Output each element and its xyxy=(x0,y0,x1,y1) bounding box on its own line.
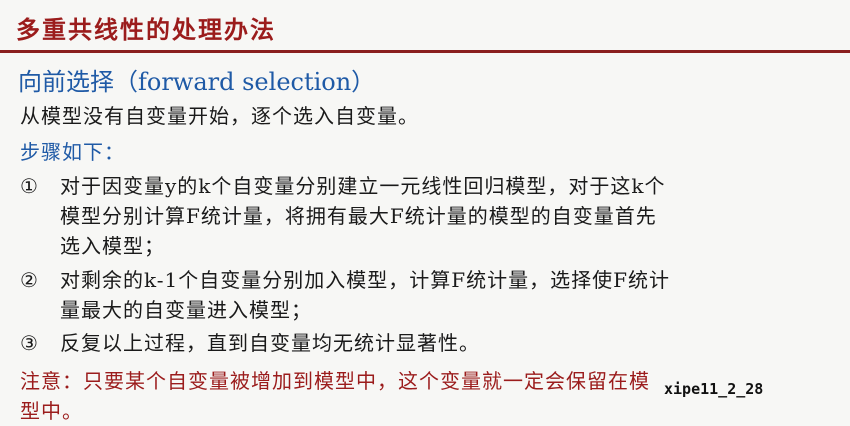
title-divider xyxy=(0,50,850,53)
step-number: ③ xyxy=(20,331,39,355)
step-text-line: 模型分别计算F统计量，将拥有最大F统计量的模型的自变量首先 xyxy=(60,204,657,228)
step-text-line: 量最大的自变量进入模型； xyxy=(60,298,312,322)
step-text-line: 选入模型； xyxy=(60,234,165,258)
step-item-3: ③ 反复以上过程，直到自变量均无统计显著性。 xyxy=(20,328,835,358)
section-heading: 向前选择（forward selection） xyxy=(18,68,376,96)
step-number: ① xyxy=(20,174,39,198)
intro-text: 从模型没有自变量开始，逐个选入自变量。 xyxy=(20,104,419,128)
slide: 多重共线性的处理办法 向前选择（forward selection） 从模型没有… xyxy=(0,0,850,426)
step-number: ② xyxy=(20,268,39,292)
step-item-1: ① 对于因变量y的k个自变量分别建立一元线性回归模型，对于这k个 模型分别计算F… xyxy=(20,171,835,261)
watermark: xipe11_2_28 xyxy=(664,380,764,398)
step-item-2: ② 对剩余的k-1个自变量分别加入模型，计算F统计量，选择使F统计 量最大的自变… xyxy=(20,265,835,325)
slide-title: 多重共线性的处理办法 xyxy=(16,15,276,44)
step-text-line: 反复以上过程，直到自变量均无统计显著性。 xyxy=(60,331,480,355)
note-text-line: 型中。 xyxy=(20,399,83,423)
step-text-line: 对于因变量y的k个自变量分别建立一元线性回归模型，对于这k个 xyxy=(60,174,666,198)
step-text-line: 对剩余的k-1个自变量分别加入模型，计算F统计量，选择使F统计 xyxy=(60,268,671,292)
steps-heading: 步骤如下： xyxy=(20,140,125,164)
